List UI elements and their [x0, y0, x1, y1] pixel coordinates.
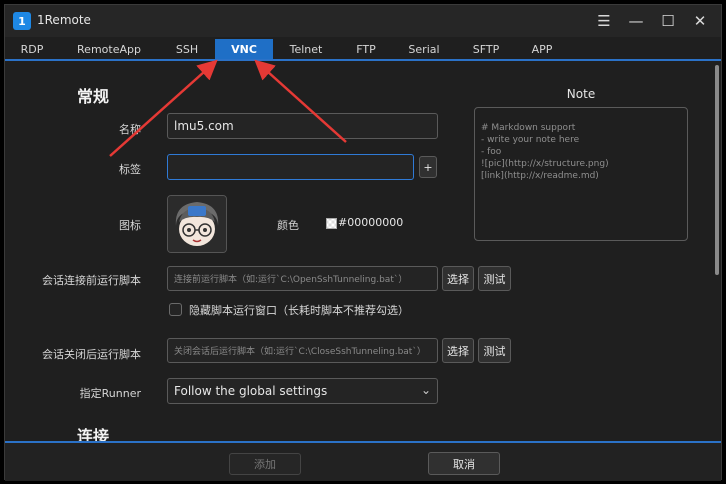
post-script-test-button[interactable]: 测试	[478, 338, 511, 363]
protocol-tabs: RDP RemoteApp SSH VNC Telnet FTP Serial …	[5, 39, 721, 59]
footer-bar: 添加 取消	[5, 441, 721, 481]
color-label: 颜色	[277, 219, 299, 232]
note-editor[interactable]: # Markdown support - write your note her…	[474, 107, 688, 241]
maximize-icon[interactable]: ☐	[655, 9, 681, 33]
app-title: 1Remote	[37, 13, 91, 27]
tag-label: 标签	[119, 163, 141, 176]
minimize-icon[interactable]: —	[623, 9, 649, 33]
add-tag-button[interactable]: +	[419, 156, 437, 178]
tab-remoteapp[interactable]: RemoteApp	[59, 39, 159, 59]
general-section-title: 常规	[77, 87, 110, 106]
name-input-value: lmu5.com	[174, 119, 234, 133]
pre-script-input[interactable]: 连接前运行脚本（如:运行`C:\OpenSshTunneling.bat`）	[167, 266, 438, 291]
vnc-settings-panel: 常规 名称 lmu5.com 标签 + 图标 颜色 #00000000 会话连接…	[5, 61, 705, 441]
tab-ssh[interactable]: SSH	[159, 39, 215, 59]
pre-script-test-button[interactable]: 测试	[478, 266, 511, 291]
note-line: ![pic](http://x/structure.png)	[481, 159, 609, 169]
runner-label: 指定Runner	[79, 387, 141, 400]
title-bar: 1 1Remote ☰ — ☐ ✕	[5, 5, 721, 37]
vertical-scrollbar[interactable]	[715, 65, 719, 275]
tab-app[interactable]: APP	[517, 39, 567, 59]
hamburger-icon[interactable]: ☰	[591, 9, 617, 33]
add-button[interactable]: 添加	[229, 453, 301, 475]
name-input[interactable]: lmu5.com	[167, 113, 438, 139]
icon-label: 图标	[119, 219, 141, 232]
close-icon[interactable]: ✕	[687, 9, 713, 33]
tab-ftp[interactable]: FTP	[339, 39, 393, 59]
tab-sftp[interactable]: SFTP	[455, 39, 517, 59]
hide-script-window-label[interactable]: 隐藏脚本运行窗口（长耗时脚本不推荐勾选）	[189, 302, 409, 318]
connection-section-title: 连接	[77, 427, 110, 441]
color-value[interactable]: #00000000	[338, 216, 403, 229]
runner-selected-value: Follow the global settings	[174, 384, 328, 398]
chevron-down-icon: ⌄	[420, 383, 431, 397]
tab-serial[interactable]: Serial	[393, 39, 455, 59]
server-icon-picker[interactable]	[167, 195, 227, 253]
note-title: Note	[566, 87, 596, 101]
post-script-select-button[interactable]: 选择	[442, 338, 474, 363]
note-line: - write your note here	[481, 135, 580, 145]
pre-script-placeholder: 连接前运行脚本（如:运行`C:\OpenSshTunneling.bat`）	[174, 275, 408, 285]
transparent-color-swatch-icon[interactable]	[326, 218, 337, 229]
tab-rdp[interactable]: RDP	[5, 39, 59, 59]
post-script-placeholder: 关闭会话后运行脚本（如:运行`C:\CloseSshTunneling.bat`…	[174, 347, 426, 357]
avatar-icon	[168, 196, 226, 252]
note-line: [link](http://x/readme.md)	[481, 171, 599, 181]
main-window: 1 1Remote ☰ — ☐ ✕ RDP RemoteApp SSH VNC …	[4, 4, 722, 481]
tab-telnet[interactable]: Telnet	[273, 39, 339, 59]
hide-script-window-checkbox[interactable]	[169, 303, 182, 316]
pre-script-select-button[interactable]: 选择	[442, 266, 474, 291]
pre-script-label: 会话连接前运行脚本	[42, 274, 141, 287]
runner-select[interactable]: Follow the global settings ⌄	[167, 378, 438, 404]
post-script-input[interactable]: 关闭会话后运行脚本（如:运行`C:\CloseSshTunneling.bat`…	[167, 338, 438, 363]
cancel-button[interactable]: 取消	[428, 452, 500, 475]
note-line: # Markdown support	[481, 123, 576, 133]
note-line: - foo	[481, 147, 502, 157]
post-script-label: 会话关闭后运行脚本	[42, 348, 141, 361]
tab-vnc[interactable]: VNC	[215, 39, 273, 59]
app-logo-icon: 1	[13, 12, 31, 30]
name-label: 名称	[119, 123, 141, 136]
tag-input[interactable]	[167, 154, 414, 180]
